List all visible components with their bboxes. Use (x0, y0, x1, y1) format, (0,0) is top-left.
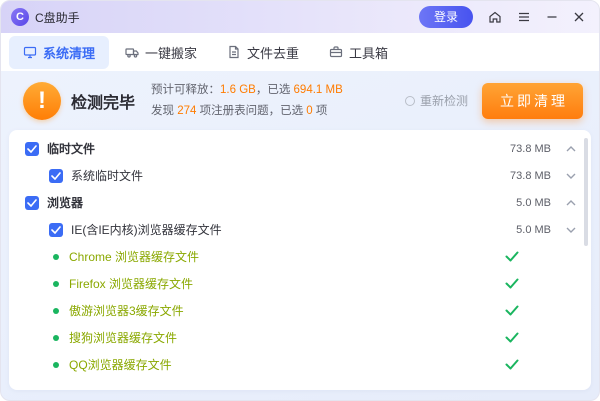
bullet-dot-icon (53, 362, 59, 368)
bullet-dot-icon (53, 281, 59, 287)
check-icon (505, 305, 519, 316)
close-icon[interactable] (573, 11, 585, 23)
stat-text: ，已选 (256, 84, 294, 96)
stat-text: 项 (313, 105, 328, 117)
tab-system-clean[interactable]: 系统清理 (9, 36, 109, 69)
chevron-down-icon[interactable] (566, 227, 576, 233)
cleaned-item-row[interactable]: QQ浏览器缓存文件 (9, 351, 591, 378)
stat-text: 项注册表问题，已选 (196, 105, 306, 117)
tab-label: 系统清理 (43, 43, 95, 62)
check-icon (505, 278, 519, 289)
tab-label: 一键搬家 (145, 43, 197, 62)
item-checkbox[interactable] (49, 169, 63, 183)
stat-text: 发现 (151, 105, 177, 117)
summary-bar: ! 检测完毕 预计可释放：1.6 GB，已选 694.1 MB 发现 274 项… (1, 71, 599, 130)
clean-item-row[interactable]: 浏览器 5.0 MB (9, 189, 591, 216)
cleaned-item-row[interactable]: 傲游浏览器3缓存文件 (9, 297, 591, 324)
alert-icon: ! (23, 82, 61, 120)
stat-text: 预计可释放： (151, 84, 220, 96)
chevron-down-icon[interactable] (566, 173, 576, 179)
bullet-dot-icon (53, 308, 59, 314)
clean-now-button[interactable]: 立即清理 (482, 83, 583, 119)
cleaned-item-row[interactable]: Firefox 浏览器缓存文件 (9, 270, 591, 297)
redetect-label: 重新检测 (420, 92, 468, 109)
app-title: C盘助手 (35, 9, 80, 26)
summary-lines: 预计可释放：1.6 GB，已选 694.1 MB 发现 274 项注册表问题，已… (151, 80, 343, 121)
monitor-icon (23, 45, 37, 59)
item-size: 73.8 MB (510, 170, 551, 182)
document-icon (227, 45, 241, 59)
bullet-dot-icon (53, 335, 59, 341)
toolbox-icon (329, 45, 343, 59)
item-checkbox[interactable] (25, 196, 39, 210)
item-label: 系统临时文件 (71, 167, 143, 184)
login-button[interactable]: 登录 (419, 6, 473, 28)
item-label: 浏览器 (47, 194, 83, 211)
check-icon (505, 251, 519, 262)
clean-item-row[interactable]: 系统临时文件 73.8 MB (9, 162, 591, 189)
truck-icon (125, 45, 139, 59)
clean-item-row[interactable]: 临时文件 73.8 MB (9, 135, 591, 162)
tab-toolbox[interactable]: 工具箱 (315, 36, 402, 69)
minimize-icon[interactable] (546, 11, 558, 23)
app-logo-icon: C (11, 8, 29, 26)
item-checkbox[interactable] (25, 142, 39, 156)
bullet-dot-icon (53, 254, 59, 260)
stat-value: 694.1 MB (294, 84, 343, 96)
summary-actions: 重新检测 立即清理 (405, 83, 583, 119)
tab-label: 文件去重 (247, 43, 299, 62)
item-label: QQ浏览器缓存文件 (69, 356, 172, 373)
home-icon[interactable] (488, 10, 502, 24)
cleaned-item-row[interactable]: Chrome 浏览器缓存文件 (9, 243, 591, 270)
item-size: 5.0 MB (516, 224, 551, 236)
tab-label: 工具箱 (349, 43, 388, 62)
chevron-up-icon[interactable] (566, 146, 576, 152)
item-label: 临时文件 (47, 140, 95, 157)
check-icon (505, 359, 519, 370)
menu-icon[interactable] (517, 10, 531, 24)
item-checkbox[interactable] (49, 223, 63, 237)
tabbar: 系统清理 一键搬家 文件去重 工具箱 (1, 33, 599, 71)
tab-one-key-move[interactable]: 一键搬家 (111, 36, 211, 69)
scan-status-title: 检测完毕 (71, 89, 135, 113)
item-label: 傲游浏览器3缓存文件 (69, 302, 184, 319)
chevron-up-icon[interactable] (566, 200, 576, 206)
item-label: Firefox 浏览器缓存文件 (69, 275, 193, 292)
item-label: IE(含IE内核)浏览器缓存文件 (71, 221, 222, 238)
check-icon (505, 332, 519, 343)
cleaned-item-row[interactable]: 搜狗浏览器缓存文件 (9, 324, 591, 351)
app-window: C C盘助手 登录 系统清理 (0, 0, 600, 401)
titlebar: C C盘助手 登录 (1, 1, 599, 33)
scrollbar-thumb[interactable] (584, 138, 588, 246)
clean-list: 临时文件73.8 MB系统临时文件73.8 MB浏览器5.0 MBIE(含IE内… (9, 135, 591, 378)
titlebar-controls: 登录 (419, 6, 585, 28)
summary-line-2: 发现 274 项注册表问题，已选 0 项 (151, 101, 343, 122)
redetect-icon (405, 96, 415, 106)
main-content: ! 检测完毕 预计可释放：1.6 GB，已选 694.1 MB 发现 274 项… (1, 71, 599, 400)
item-size: 5.0 MB (516, 197, 551, 209)
clean-item-row[interactable]: IE(含IE内核)浏览器缓存文件 5.0 MB (9, 216, 591, 243)
stat-value: 1.6 GB (220, 84, 256, 96)
redetect-button[interactable]: 重新检测 (405, 92, 468, 109)
item-label: 搜狗浏览器缓存文件 (69, 329, 177, 346)
stat-value: 274 (177, 105, 196, 117)
summary-line-1: 预计可释放：1.6 GB，已选 694.1 MB (151, 80, 343, 101)
item-size: 73.8 MB (510, 143, 551, 155)
item-label: Chrome 浏览器缓存文件 (69, 248, 199, 265)
clean-list-card: 临时文件73.8 MB系统临时文件73.8 MB浏览器5.0 MBIE(含IE内… (9, 130, 591, 390)
tab-file-dedup[interactable]: 文件去重 (213, 36, 313, 69)
